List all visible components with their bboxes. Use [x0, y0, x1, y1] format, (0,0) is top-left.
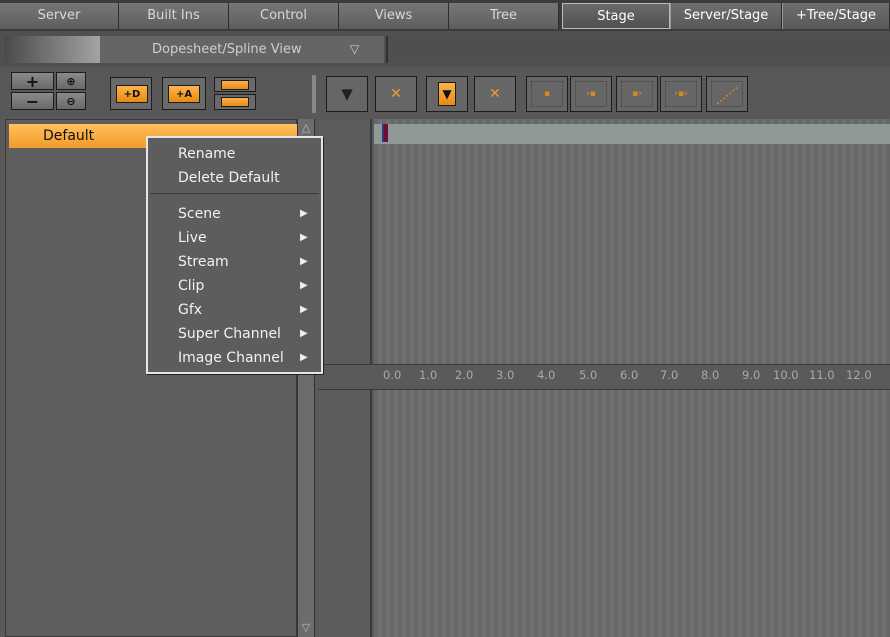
- scroll-up-icon[interactable]: △: [298, 119, 314, 137]
- keyframe-marker[interactable]: [382, 124, 388, 142]
- scroll-down-icon[interactable]: ▽: [298, 619, 314, 637]
- key-down-icon[interactable]: ▼: [426, 76, 468, 112]
- tab-server-stage[interactable]: Server/Stage: [670, 3, 782, 29]
- menu-item-gfx[interactable]: Gfx: [178, 302, 202, 318]
- time-ruler[interactable]: 0.0 1.0 2.0 3.0 4.0 5.0 6.0 7.0 8.0 9.0 …: [318, 364, 890, 390]
- add-director-icon[interactable]: +D: [110, 77, 152, 110]
- key-tool-icon[interactable]: ▼: [326, 76, 368, 112]
- submenu-arrow-icon: ▶: [300, 328, 308, 339]
- submenu-arrow-icon: ▶: [300, 352, 308, 363]
- ruler-tick: 9.0: [742, 368, 761, 382]
- view-handle: [4, 36, 100, 63]
- menu-item-delete-default[interactable]: Delete Default: [178, 170, 280, 186]
- track-bar[interactable]: [374, 124, 890, 144]
- toolbar-splitter[interactable]: [312, 75, 316, 113]
- view-select[interactable]: Dopesheet/Spline View ▽: [100, 36, 384, 63]
- move-up-icon[interactable]: [214, 77, 256, 92]
- ruler-tick: 1.0: [419, 368, 438, 382]
- menu-item-rename[interactable]: Rename: [178, 146, 235, 162]
- tab-control[interactable]: Control: [229, 3, 339, 29]
- in-point-icon[interactable]: ›▪: [570, 76, 612, 112]
- submenu-arrow-icon: ▶: [300, 256, 308, 267]
- delete-key2-icon[interactable]: ✕: [474, 76, 516, 112]
- ruler-tick: 7.0: [660, 368, 679, 382]
- view-selector-row: Dopesheet/Spline View ▽: [0, 31, 890, 67]
- view-row-spacer: [386, 36, 890, 63]
- ruler-tick: 0.0: [383, 368, 402, 382]
- tab-tree-stage[interactable]: +Tree/Stage: [782, 3, 890, 29]
- view-select-label: Dopesheet/Spline View: [152, 42, 302, 57]
- menu-item-super-channel[interactable]: Super Channel: [178, 326, 281, 342]
- spline-icon[interactable]: [706, 76, 748, 112]
- zoom-minus-icon[interactable]: −: [11, 92, 54, 111]
- menu-item-live[interactable]: Live: [178, 230, 207, 246]
- ruler-tick: 5.0: [579, 368, 598, 382]
- ruler-tick: 8.0: [701, 368, 720, 382]
- context-menu: Rename Delete Default Scene ▶ Live ▶ Str…: [146, 136, 323, 374]
- ruler-tick: 12.0: [846, 368, 872, 382]
- move-down-icon[interactable]: [214, 94, 256, 110]
- ruler-tick: 10.0: [773, 368, 799, 382]
- submenu-arrow-icon: ▶: [300, 304, 308, 315]
- submenu-arrow-icon: ▶: [300, 280, 308, 291]
- menu-separator: [150, 193, 319, 194]
- menu-item-image-channel[interactable]: Image Channel: [178, 350, 284, 366]
- ruler-tick: 2.0: [455, 368, 474, 382]
- ruler-tick: 6.0: [620, 368, 639, 382]
- submenu-arrow-icon: ▶: [300, 232, 308, 243]
- menu-item-clip[interactable]: Clip: [178, 278, 204, 294]
- tab-built-ins[interactable]: Built Ins: [119, 3, 229, 29]
- add-actor-icon[interactable]: +A: [162, 77, 206, 110]
- in-out-point-icon[interactable]: ›▪›: [660, 76, 702, 112]
- submenu-arrow-icon: ▶: [300, 208, 308, 219]
- ruler-tick: 3.0: [496, 368, 515, 382]
- menu-item-stream[interactable]: Stream: [178, 254, 229, 270]
- ruler-tick: 11.0: [809, 368, 835, 382]
- toolbar: + ⊕ − ⊖ +D +A ▼ ✕ ▼ ✕ ▪ ›▪ ▪› ›▪›: [0, 67, 890, 119]
- zoom-out-icon[interactable]: ⊖: [56, 92, 86, 110]
- chevron-down-icon[interactable]: ▽: [350, 36, 359, 63]
- tab-stage[interactable]: Stage: [562, 3, 670, 29]
- tab-server[interactable]: Server: [0, 3, 119, 29]
- out-point-icon[interactable]: ▪›: [616, 76, 658, 112]
- zoom-in-icon[interactable]: ⊕: [56, 72, 86, 90]
- zoom-plus-icon[interactable]: +: [11, 72, 54, 91]
- tab-tree[interactable]: Tree: [449, 3, 559, 29]
- menu-item-scene[interactable]: Scene: [178, 206, 221, 222]
- main-tab-bar: Server Built Ins Control Views Tree Stag…: [0, 0, 890, 31]
- delete-key-icon[interactable]: ✕: [375, 76, 417, 112]
- point-icon[interactable]: ▪: [526, 76, 568, 112]
- tab-views[interactable]: Views: [339, 3, 449, 29]
- ruler-tick: 4.0: [537, 368, 556, 382]
